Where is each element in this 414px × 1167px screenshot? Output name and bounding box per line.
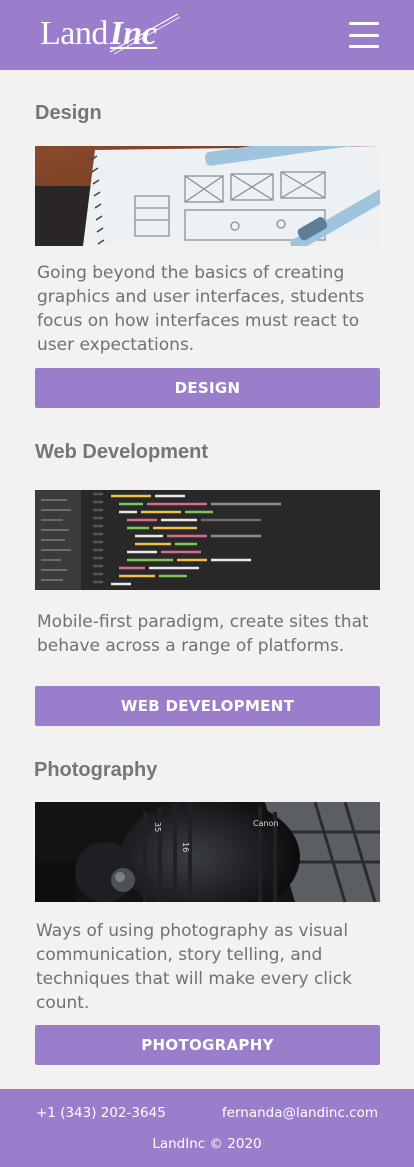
svg-text:16: 16 bbox=[181, 842, 190, 852]
hamburger-icon-bar bbox=[349, 45, 379, 48]
web-development-section: Web Development Mobile-first paradigm, c… bbox=[35, 439, 380, 729]
logo-swoosh-icon bbox=[109, 13, 181, 55]
svg-text:35: 35 bbox=[153, 822, 162, 832]
section-title-design: Design bbox=[35, 102, 102, 124]
design-description: Going beyond the basics of creating grap… bbox=[37, 263, 365, 355]
web-development-description: Mobile-first paradigm, create sites that… bbox=[37, 612, 369, 656]
photography-description: Ways of using photography as visual comm… bbox=[36, 921, 352, 1013]
section-title-photography: Photography bbox=[34, 759, 158, 781]
logo-land-text: Land bbox=[40, 15, 108, 52]
footer-phone-link[interactable]: +1 (343) 202-3645 bbox=[36, 1105, 166, 1121]
design-section: Design Going beyond the basics of creati… bbox=[35, 100, 380, 410]
web-development-button[interactable]: WEB DEVELOPMENT bbox=[35, 686, 380, 726]
photography-button[interactable]: PHOTOGRAPHY bbox=[35, 1025, 380, 1065]
footer-copyright: LandInc © 2020 bbox=[152, 1136, 262, 1152]
landinc-logo[interactable]: Land Inc bbox=[40, 13, 181, 55]
photography-image: 35 16 Canon bbox=[35, 802, 380, 902]
site-footer: +1 (343) 202-3645 fernanda@landinc.com L… bbox=[0, 1089, 414, 1167]
hamburger-menu-button[interactable] bbox=[349, 22, 379, 48]
hamburger-icon-bar bbox=[349, 33, 379, 37]
web-development-image bbox=[35, 490, 380, 590]
footer-email-link[interactable]: fernanda@landinc.com bbox=[222, 1105, 378, 1121]
svg-text:Canon: Canon bbox=[253, 819, 279, 828]
design-image bbox=[35, 146, 380, 246]
site-header: Land Inc bbox=[0, 0, 414, 70]
section-title-web-development: Web Development bbox=[35, 441, 208, 463]
hamburger-icon-bar bbox=[349, 22, 379, 25]
logo-inc-text: Inc bbox=[108, 13, 181, 55]
design-button[interactable]: DESIGN bbox=[35, 368, 380, 408]
photography-section: Photography 35 16 Canon Ways of using ph… bbox=[34, 757, 380, 1067]
